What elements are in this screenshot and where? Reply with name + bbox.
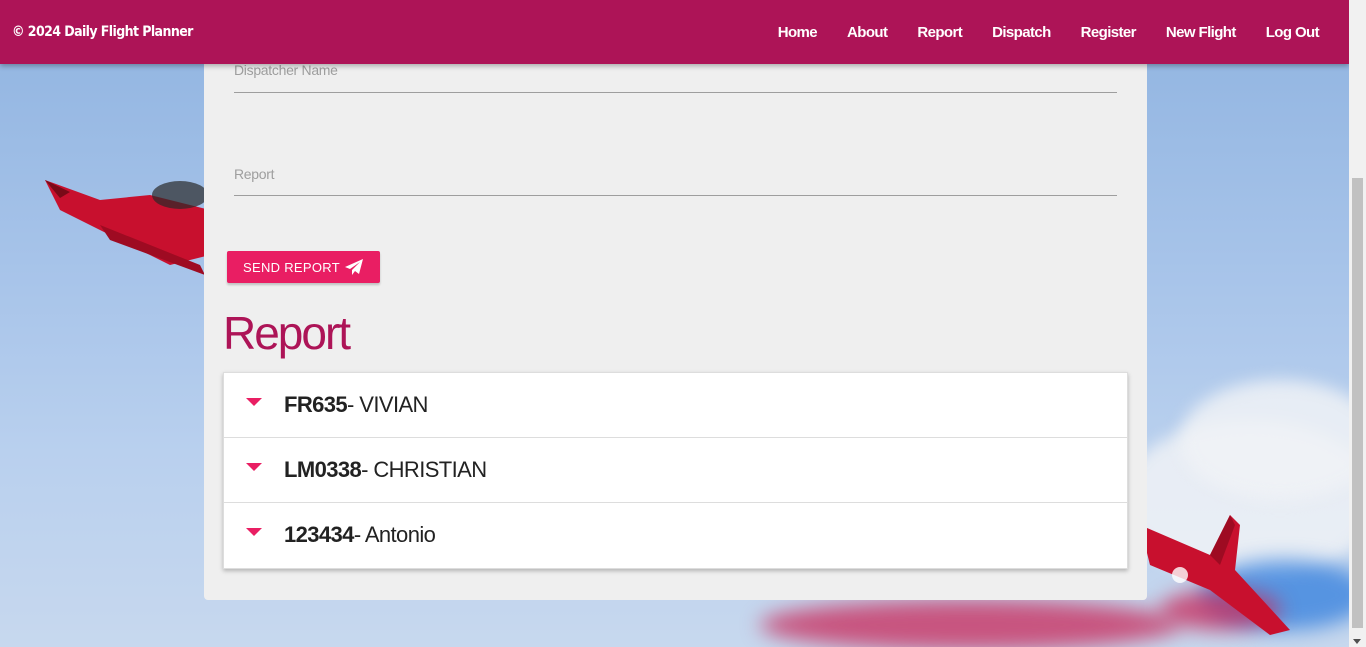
caret-down-icon xyxy=(246,528,262,536)
send-report-button[interactable]: SEND REPORT xyxy=(227,251,380,283)
report-item-title: 123434- Antonio xyxy=(284,522,436,548)
report-list: FR635- VIVIAN LM0338- CHRISTIAN 123434- … xyxy=(223,372,1128,569)
report-item-title: LM0338- CHRISTIAN xyxy=(284,457,487,483)
report-card: Dispatcher Name Report SEND REPORT Repor… xyxy=(204,40,1147,600)
report-item-title: FR635- VIVIAN xyxy=(284,392,428,418)
nav-link-report[interactable]: Report xyxy=(902,24,977,41)
top-navbar: © 2024 Daily Flight Planner Home About R… xyxy=(0,0,1349,64)
page-scrollbar[interactable] xyxy=(1349,0,1366,647)
nav-link-register[interactable]: Register xyxy=(1066,24,1151,41)
report-item-code: 123434 xyxy=(284,522,354,547)
paper-plane-icon xyxy=(345,259,363,275)
report-item-code: LM0338 xyxy=(284,457,362,482)
report-item-code: FR635 xyxy=(284,392,348,417)
report-item-name: - CHRISTIAN xyxy=(361,457,487,482)
dispatcher-name-label: Dispatcher Name xyxy=(234,62,338,78)
caret-down-icon xyxy=(246,463,262,471)
nav-link-about[interactable]: About xyxy=(832,24,902,41)
report-field[interactable]: Report xyxy=(234,166,1117,196)
nav-link-log-out[interactable]: Log Out xyxy=(1251,24,1334,41)
report-item[interactable]: FR635- VIVIAN xyxy=(224,373,1127,438)
scroll-down-arrow-icon[interactable] xyxy=(1353,639,1361,644)
nav-link-dispatch[interactable]: Dispatch xyxy=(977,24,1066,41)
report-item[interactable]: 123434- Antonio xyxy=(224,503,1127,568)
brand-copyright: © 2024 Daily Flight Planner xyxy=(12,24,193,40)
caret-down-icon xyxy=(246,398,262,406)
jet-right-image xyxy=(1140,515,1290,635)
nav-links: Home About Report Dispatch Register New … xyxy=(763,24,1334,41)
report-section-title: Report xyxy=(223,307,351,359)
nav-link-new-flight[interactable]: New Flight xyxy=(1151,24,1251,41)
jet-left-image xyxy=(45,180,210,275)
scrollbar-thumb[interactable] xyxy=(1352,178,1363,628)
report-item[interactable]: LM0338- CHRISTIAN xyxy=(224,438,1127,503)
dispatcher-name-field[interactable]: Dispatcher Name xyxy=(234,62,1117,93)
nav-link-home[interactable]: Home xyxy=(763,24,832,41)
send-report-label: SEND REPORT xyxy=(243,259,340,275)
report-item-name: - VIVIAN xyxy=(347,392,428,417)
report-item-name: - Antonio xyxy=(353,522,436,547)
report-field-label: Report xyxy=(234,166,275,182)
